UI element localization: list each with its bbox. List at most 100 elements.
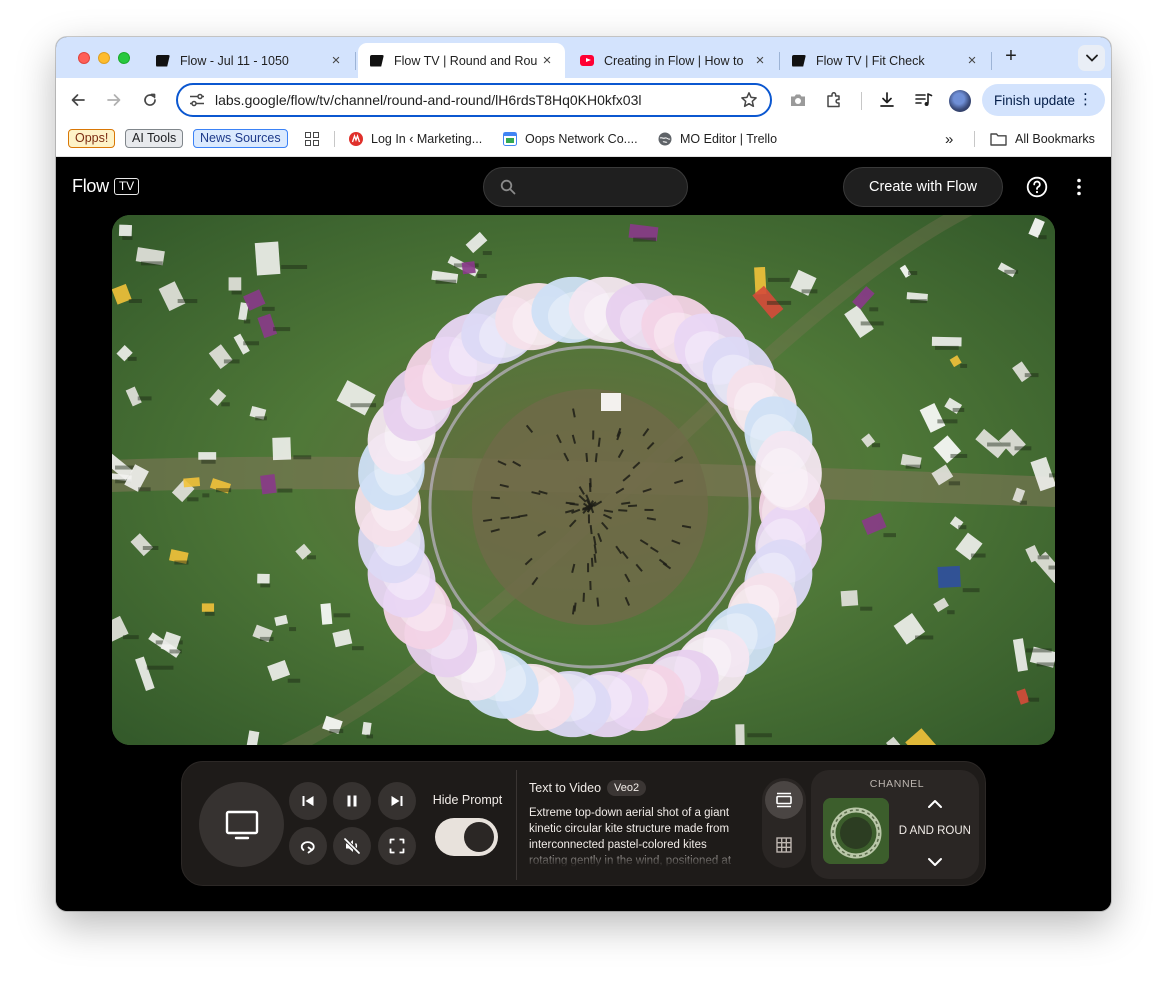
tab-search-button[interactable] — [1078, 45, 1105, 71]
video-player[interactable] — [112, 215, 1055, 745]
finish-update-button[interactable]: Finish update ⋮ — [982, 84, 1105, 116]
all-bookmarks-button[interactable]: All Bookmarks — [990, 129, 1095, 149]
prompt-title: Text to Video — [529, 781, 602, 795]
more-vert-icon[interactable] — [1069, 177, 1089, 197]
video-frame-image — [112, 215, 1055, 745]
bookmark-divider — [334, 131, 335, 147]
tab-title: Flow TV | Round and Rou — [394, 53, 538, 68]
back-button[interactable] — [67, 89, 89, 111]
marketing-favicon-icon — [349, 132, 363, 146]
more-vert-icon: ⋮ — [1078, 91, 1093, 108]
bookmark-mo-editor-trello[interactable]: MO Editor | Trello — [658, 129, 777, 149]
search-bar[interactable] — [483, 167, 688, 207]
tab-close-icon[interactable]: × — [539, 52, 555, 69]
bookmark-star-icon[interactable] — [740, 91, 758, 109]
toolbar-divider — [861, 92, 862, 110]
search-icon — [500, 179, 516, 195]
tab-title: Creating in Flow | How to — [604, 53, 744, 68]
forward-button[interactable] — [103, 89, 125, 111]
bookmark-folder-news-sources[interactable]: News Sources — [193, 129, 288, 148]
flow-tv-logo[interactable]: Flow TV — [72, 176, 140, 197]
globe-favicon-icon — [658, 132, 672, 146]
next-button[interactable] — [378, 782, 416, 820]
tv-mode-button[interactable] — [199, 782, 284, 867]
flow-favicon-icon — [156, 54, 170, 68]
flow-favicon-icon — [370, 54, 384, 68]
browser-toolbar: labs.google/flow/tv/channel/round-and-ro… — [56, 78, 1111, 123]
reload-button[interactable] — [139, 89, 161, 111]
grid-view-button[interactable] — [765, 826, 803, 864]
media-controls-button[interactable] — [913, 89, 935, 111]
pause-button[interactable] — [333, 782, 371, 820]
bookmark-folder-ai-tools[interactable]: AI Tools — [125, 129, 184, 148]
flow-favicon-icon — [792, 54, 806, 68]
previous-button[interactable] — [289, 782, 327, 820]
bookmark-label: Oops Network Co.... — [525, 132, 638, 146]
bookmark-label: MO Editor | Trello — [680, 132, 778, 146]
tab-close-icon[interactable]: × — [752, 52, 768, 69]
minimize-window-button[interactable] — [98, 52, 110, 64]
tab-close-icon[interactable]: × — [328, 52, 344, 69]
all-bookmarks-label: All Bookmarks — [1015, 132, 1095, 146]
hide-prompt-label: Hide Prompt — [432, 793, 503, 807]
extensions-button[interactable] — [823, 89, 845, 111]
profile-avatar-icon[interactable] — [949, 90, 971, 112]
bookmark-oops-network[interactable]: Oops Network Co.... — [503, 129, 638, 149]
download-icon — [880, 92, 894, 107]
puzzle-icon — [827, 91, 840, 108]
tab-flow-tv-fit-check[interactable]: Flow TV | Fit Check × — [780, 43, 990, 78]
chevron-up-icon[interactable] — [925, 794, 945, 814]
tab-flow-tv-round[interactable]: Flow TV | Round and Rou × — [358, 43, 565, 78]
tab-title: Flow TV | Fit Check — [816, 53, 925, 68]
view-stream-icon — [776, 792, 792, 808]
flow-tv-page: Flow TV Create with Flow Hide Prompt Tex… — [56, 158, 1111, 911]
site-settings-icon[interactable] — [189, 92, 205, 108]
apps-grid-icon[interactable] — [305, 132, 319, 151]
bookmark-log-in-marketing[interactable]: Log In ‹ Marketing... — [349, 129, 482, 149]
address-bar[interactable]: labs.google/flow/tv/channel/round-and-ro… — [176, 83, 772, 117]
chevron-down-icon[interactable] — [925, 852, 945, 872]
bookmarks-overflow-button[interactable]: » — [945, 129, 953, 149]
loop-icon — [300, 841, 315, 854]
zoom-window-button[interactable] — [118, 52, 130, 64]
mute-button[interactable] — [333, 827, 371, 865]
channel-thumbnail[interactable] — [823, 798, 889, 864]
screenshot-button[interactable] — [787, 89, 809, 111]
youtube-favicon-icon — [580, 54, 594, 68]
tab-creating-in-flow[interactable]: Creating in Flow | How to × — [568, 43, 778, 78]
fullscreen-button[interactable] — [378, 827, 416, 865]
bookmarks-bar: Opps! AI Tools News Sources Log In ‹ Mar… — [56, 123, 1111, 157]
bookmark-folder-opps[interactable]: Opps! — [68, 129, 116, 148]
channel-name: ID AND ROUN — [899, 825, 971, 837]
tab-flow-jul-11[interactable]: Flow - Jul 11 - 1050 × — [144, 43, 354, 78]
downloads-button[interactable] — [876, 89, 898, 111]
tab-close-icon[interactable]: × — [964, 52, 980, 69]
search-input[interactable] — [524, 176, 674, 198]
url-text: labs.google/flow/tv/channel/round-and-ro… — [215, 92, 642, 108]
skip-previous-icon — [302, 796, 314, 806]
loop-button[interactable] — [289, 827, 327, 865]
camera-icon — [791, 94, 805, 106]
browser-window: Flow - Jul 11 - 1050 × Flow TV | Round a… — [56, 37, 1111, 911]
single-view-button[interactable] — [765, 781, 803, 819]
arrow-right-icon — [107, 94, 121, 106]
tab-title: Flow - Jul 11 - 1050 — [180, 53, 289, 68]
hide-prompt-toggle[interactable] — [435, 818, 498, 856]
close-window-button[interactable] — [78, 52, 90, 64]
channel-label: CHANNEL — [869, 778, 925, 790]
prompt-text: Extreme top-down aerial shot of a giant … — [529, 807, 732, 867]
new-tab-button[interactable]: + — [999, 45, 1023, 69]
toggle-knob — [464, 822, 494, 852]
calendar-favicon-icon — [503, 132, 517, 146]
fullscreen-icon — [389, 838, 405, 854]
pause-icon — [347, 795, 357, 807]
prompt-header: Text to Video Veo2 — [529, 780, 647, 796]
help-icon[interactable] — [1026, 176, 1048, 198]
logo-badge: TV — [113, 178, 140, 195]
chevron-down-icon — [1085, 54, 1098, 62]
bookmark-label: Log In ‹ Marketing... — [371, 132, 483, 146]
create-with-flow-button[interactable]: Create with Flow — [843, 167, 1003, 207]
folder-icon — [990, 132, 1007, 146]
arrow-left-icon — [71, 94, 85, 106]
monitor-icon — [225, 810, 258, 839]
